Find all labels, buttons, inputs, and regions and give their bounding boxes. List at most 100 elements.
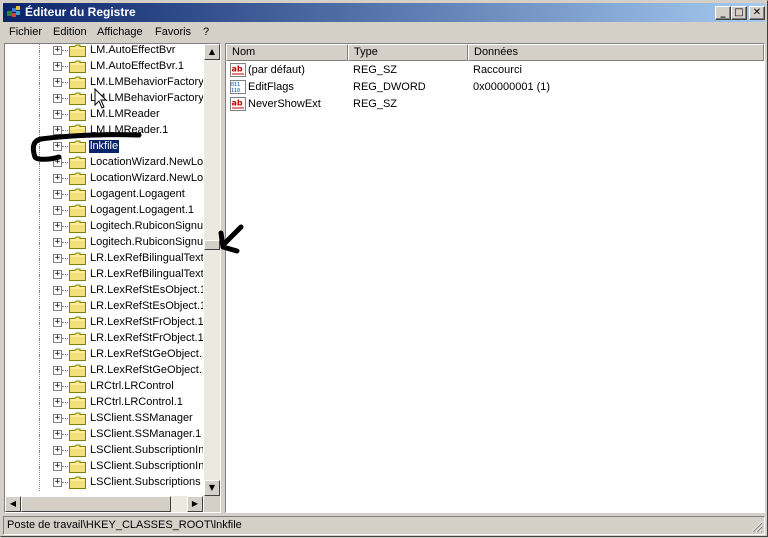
- tree-item[interactable]: + LRCtrl.LRControl.1: [5, 387, 203, 411]
- expand-plus-icon[interactable]: +: [53, 334, 62, 343]
- scroll-down-arrow-icon[interactable]: ▼: [204, 480, 220, 496]
- folder-icon: [69, 332, 86, 345]
- tree-item[interactable]: + lnkfile: [5, 131, 203, 155]
- expand-plus-icon[interactable]: +: [53, 222, 62, 231]
- tree-guide-line: [62, 306, 68, 307]
- menu-help[interactable]: ?: [203, 26, 209, 38]
- tree-item-label: LR.LexRefStGeObject.1: [90, 348, 203, 360]
- expand-plus-icon[interactable]: +: [53, 366, 62, 375]
- tree-item[interactable]: + LSClient.SubscriptionInfo: [5, 435, 203, 459]
- expand-plus-icon[interactable]: +: [53, 206, 62, 215]
- folder-icon: [69, 300, 86, 313]
- value-row[interactable]: 011 110 EditFlags REG_DWORD 0x00000001 (1): [226, 79, 764, 96]
- tree-item[interactable]: + Logitech.RubiconSignup: [5, 211, 203, 235]
- tree-item[interactable]: + LSClient.SubscriptionInfo: [5, 451, 203, 475]
- expand-plus-icon[interactable]: +: [53, 126, 62, 135]
- column-header-data[interactable]: Données: [468, 44, 764, 61]
- maximize-button[interactable]: □: [731, 6, 747, 20]
- tree-hscroll-thumb[interactable]: [21, 496, 171, 512]
- tree-item[interactable]: + LM.LMBehaviorFactory.1: [5, 83, 203, 107]
- tree-item[interactable]: + LR.LexRefBilingualTextC: [5, 259, 203, 283]
- tree-item[interactable]: + LM.LMBehaviorFactory: [5, 67, 203, 91]
- menu-fichier[interactable]: Fichier: [9, 26, 42, 38]
- tree-guide-line: [62, 130, 68, 131]
- expand-plus-icon[interactable]: +: [53, 62, 62, 71]
- expand-plus-icon[interactable]: +: [53, 462, 62, 471]
- value-row[interactable]: ab (par défaut) REG_SZ Raccourci: [226, 62, 764, 79]
- tree-guide-line: [62, 418, 68, 419]
- tree-item[interactable]: + LR.LexRefStEsObject.1.: [5, 275, 203, 299]
- menu-edition[interactable]: Edition: [53, 26, 87, 38]
- svg-text:ab: ab: [232, 65, 243, 74]
- expand-plus-icon[interactable]: +: [53, 350, 62, 359]
- tree-guide-line: [62, 338, 68, 339]
- expand-plus-icon[interactable]: +: [53, 446, 62, 455]
- tree-item-label: LR.LexRefStGeObject.1: [90, 364, 203, 376]
- resize-grip-icon[interactable]: [751, 521, 763, 533]
- tree-item[interactable]: + LM.LMReader: [5, 99, 203, 123]
- tree-vertical-scrollbar[interactable]: ▲ ▼: [204, 44, 220, 496]
- tree-item[interactable]: + LSClient.SSManager: [5, 403, 203, 427]
- value-data: Raccourci: [473, 64, 522, 76]
- key-tree-pane[interactable]: + LM.AutoEffectBvr + LM.AutoEffectBvr.1 + LM.…: [4, 43, 221, 513]
- tree-item[interactable]: + LR.LexRefStEsObject.1.: [5, 291, 203, 315]
- folder-icon: [69, 140, 86, 153]
- column-header-type[interactable]: Type: [348, 44, 468, 61]
- tree-item[interactable]: + Logagent.Logagent: [5, 179, 203, 203]
- expand-plus-icon[interactable]: +: [53, 286, 62, 295]
- expand-plus-icon[interactable]: +: [53, 46, 62, 55]
- tree-item[interactable]: + LM.LMReader.1: [5, 115, 203, 139]
- menu-favoris[interactable]: Favoris: [155, 26, 191, 38]
- tree-item[interactable]: + LRCtrl.LRControl: [5, 371, 203, 395]
- tree-vscroll-thumb[interactable]: [204, 240, 220, 250]
- tree-item[interactable]: + LM.AutoEffectBvr: [5, 44, 203, 59]
- expand-plus-icon[interactable]: +: [53, 414, 62, 423]
- tree-item[interactable]: + LocationWizard.NewLoca: [5, 147, 203, 171]
- expand-plus-icon[interactable]: +: [53, 94, 62, 103]
- expand-plus-icon[interactable]: +: [53, 382, 62, 391]
- menu-bar: Fichier Edition Affichage Favoris ?: [3, 23, 765, 42]
- tree-item[interactable]: + LocationWizard.NewLoca: [5, 163, 203, 187]
- tree-item-label: LSClient.Subscriptions: [90, 476, 201, 488]
- expand-plus-icon[interactable]: +: [53, 158, 62, 167]
- svg-text:110: 110: [231, 88, 240, 94]
- string-value-icon: ab: [230, 63, 246, 77]
- tree-item[interactable]: + Logagent.Logagent.1: [5, 195, 203, 219]
- scroll-right-arrow-icon[interactable]: ▶: [187, 496, 203, 512]
- expand-plus-icon[interactable]: +: [53, 190, 62, 199]
- expand-plus-icon[interactable]: +: [53, 478, 62, 487]
- tree-horizontal-scrollbar[interactable]: ◀ ▶: [5, 496, 203, 512]
- minimize-button[interactable]: _: [715, 6, 731, 20]
- tree-item[interactable]: + LSClient.SSManager.1: [5, 419, 203, 443]
- tree-item[interactable]: + LR.LexRefStFrObject.1.: [5, 323, 203, 347]
- close-button[interactable]: ✕: [749, 6, 765, 20]
- column-header-name[interactable]: Nom: [226, 44, 348, 61]
- tree-item[interactable]: + LR.LexRefBilingualTextC: [5, 243, 203, 267]
- tree-item[interactable]: + LR.LexRefStGeObject.1: [5, 355, 203, 379]
- tree-item[interactable]: + LR.LexRefStFrObject.1.: [5, 307, 203, 331]
- expand-plus-icon[interactable]: +: [53, 430, 62, 439]
- expand-plus-icon[interactable]: +: [53, 318, 62, 327]
- menu-affichage[interactable]: Affichage: [97, 26, 143, 38]
- expand-plus-icon[interactable]: +: [53, 254, 62, 263]
- folder-icon: [69, 364, 86, 377]
- expand-plus-icon[interactable]: +: [53, 78, 62, 87]
- value-name: NeverShowExt: [248, 98, 321, 110]
- tree-guide-line: [62, 258, 68, 259]
- value-row[interactable]: ab NeverShowExt REG_SZ: [226, 96, 764, 113]
- expand-plus-icon[interactable]: +: [53, 238, 62, 247]
- tree-item[interactable]: + LM.AutoEffectBvr.1: [5, 51, 203, 75]
- values-list-pane[interactable]: Nom Type Données ab (par défaut) REG_SZ Rac…: [225, 43, 765, 513]
- scroll-left-arrow-icon[interactable]: ◀: [5, 496, 21, 512]
- scroll-up-arrow-icon[interactable]: ▲: [204, 44, 220, 60]
- tree-item[interactable]: + LSClient.Subscriptions: [5, 467, 203, 491]
- expand-plus-icon[interactable]: +: [53, 110, 62, 119]
- expand-plus-icon[interactable]: +: [53, 270, 62, 279]
- expand-plus-icon[interactable]: +: [53, 174, 62, 183]
- title-bar[interactable]: Éditeur du Registre _ □ ✕: [3, 3, 765, 22]
- tree-item[interactable]: + LR.LexRefStGeObject.1: [5, 339, 203, 363]
- expand-plus-icon[interactable]: +: [53, 398, 62, 407]
- expand-plus-icon[interactable]: +: [53, 142, 62, 151]
- expand-plus-icon[interactable]: +: [53, 302, 62, 311]
- tree-item[interactable]: + Logitech.RubiconSignup: [5, 227, 203, 251]
